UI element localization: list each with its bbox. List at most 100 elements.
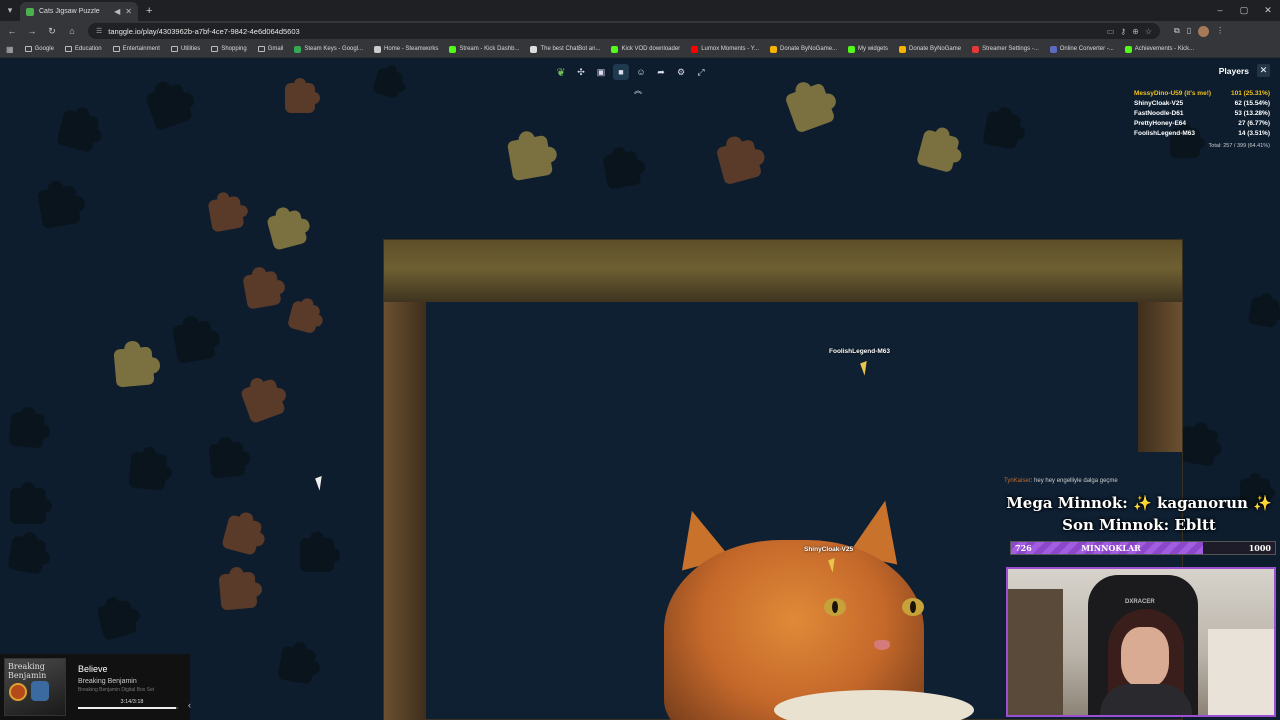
background-color-icon[interactable]: ■ [613, 64, 629, 80]
tab-search-icon[interactable]: ▾ [0, 0, 20, 21]
apps-grid-icon[interactable]: ▦ [6, 45, 14, 54]
players-icon[interactable]: ☺ [633, 64, 649, 80]
puzzle-piece[interactable] [715, 138, 763, 186]
bookmark-item[interactable]: My widgets [848, 45, 888, 53]
bookmark-item[interactable]: Streamer Settings -... [972, 45, 1039, 53]
install-app-icon[interactable]: ▭ [1107, 27, 1115, 36]
maximize-icon[interactable]: ▢ [1232, 0, 1256, 21]
puzzle-piece-icon[interactable]: ✣ [573, 64, 589, 80]
puzzle-piece[interactable] [10, 481, 53, 524]
bookmarks-bar: ▦ Google Education Entertainment Utilities S… [0, 41, 1280, 58]
site-favicon-icon [1124, 45, 1132, 53]
puzzle-piece[interactable] [207, 195, 245, 233]
puzzle-piece[interactable] [506, 134, 554, 182]
puzzle-piece[interactable] [784, 82, 836, 134]
bookmark-item[interactable]: Online Converter -... [1049, 45, 1114, 53]
puzzle-piece[interactable] [277, 645, 317, 685]
puzzle-piece[interactable] [55, 108, 101, 154]
site-favicon-icon [770, 45, 777, 53]
profile-avatar[interactable] [1198, 25, 1210, 37]
bookmark-item[interactable]: Utilities [170, 46, 200, 52]
puzzle-piece[interactable] [602, 150, 642, 190]
puzzle-piece[interactable] [128, 451, 168, 491]
fullscreen-icon[interactable]: ⤢ [693, 64, 709, 80]
settings-gear-icon[interactable]: ⚙ [673, 64, 689, 80]
bookmark-item[interactable]: Donate ByNoGame [899, 45, 961, 53]
bookmark-item[interactable]: Stream - Kick Dashb... [449, 45, 519, 53]
sidebar-icon[interactable]: ▯ [1187, 26, 1191, 37]
puzzle-piece[interactable] [7, 535, 47, 575]
share-icon[interactable]: ➦ [653, 64, 669, 80]
puzzle-piece[interactable] [242, 270, 282, 310]
bookmark-item[interactable]: Achievements - Kick... [1124, 45, 1194, 53]
player-score: 14 (3.51%) [1238, 130, 1270, 137]
tanggle-logo-icon[interactable]: ❦ [553, 64, 569, 80]
puzzle-piece[interactable] [286, 299, 322, 335]
puzzle-piece[interactable] [1247, 295, 1280, 329]
puzzle-piece[interactable] [221, 514, 263, 556]
close-window-icon[interactable]: ✕ [1256, 0, 1280, 21]
bookmark-label: Shopping [221, 46, 247, 52]
puzzle-piece[interactable] [208, 441, 246, 479]
bookmark-item[interactable]: Gmail [257, 46, 283, 52]
puzzle-piece[interactable] [239, 377, 287, 425]
browser-menu-icon[interactable]: ⋮ [1216, 26, 1224, 37]
puzzle-piece[interactable] [144, 82, 194, 132]
bookmark-item[interactable]: Google [24, 46, 54, 52]
bookmark-item[interactable]: Donate ByNoGame... [770, 45, 837, 53]
puzzle-piece[interactable] [8, 411, 46, 449]
puzzle-piece[interactable] [218, 571, 258, 611]
puzzle-piece[interactable] [96, 599, 138, 641]
site-info-icon[interactable]: ☰ [96, 27, 102, 35]
webcam-shelf [1008, 589, 1063, 715]
puzzle-piece[interactable] [982, 110, 1022, 150]
password-key-icon[interactable]: ⚷ [1120, 27, 1126, 36]
puzzle-piece[interactable] [1177, 425, 1219, 467]
screen: ▾ Cats Jigsaw Puzzle ◀ ✕ + – ▢ ✕ ← → ↻ ⌂… [0, 0, 1280, 720]
player-score: 27 (6.77%) [1238, 120, 1270, 127]
zoom-icon[interactable]: ⊕ [1132, 27, 1139, 36]
bookmark-item[interactable]: Entertainment [112, 46, 160, 52]
player-score: 62 (15.54%) [1234, 100, 1270, 107]
bookmark-item[interactable]: Lumox Moments - Y... [691, 45, 759, 53]
puzzle-piece[interactable] [171, 319, 217, 365]
address-bar[interactable]: ☰ tanggle.io/play/4303962b-a7bf-4ce7-984… [88, 23, 1160, 39]
collapse-widget-icon[interactable]: ‹ [188, 700, 191, 710]
puzzle-piece[interactable] [915, 128, 961, 174]
close-tab-icon[interactable]: ✕ [125, 7, 132, 16]
player-name: FastNoodle-D61 [1134, 110, 1184, 117]
puzzle-piece[interactable] [371, 66, 405, 100]
bookmark-item[interactable]: The best ChatBot an... [530, 45, 600, 53]
bookmark-item[interactable]: Steam Keys - Googl... [294, 45, 364, 53]
puzzle-piece[interactable] [266, 209, 308, 251]
cat-eye-left [824, 598, 846, 616]
url-text: tanggle.io/play/4303962b-a7bf-4ce7-9842-… [108, 26, 300, 36]
bookmark-item[interactable]: Shopping [211, 46, 247, 52]
forward-icon[interactable]: → [24, 26, 40, 36]
bookmark-item[interactable]: Kick VOD downloader [611, 45, 680, 53]
bookmark-star-icon[interactable]: ☆ [1145, 27, 1152, 36]
new-tab-icon[interactable]: + [146, 5, 152, 17]
back-icon[interactable]: ← [4, 26, 20, 36]
son-minnok-text: Son Minnok: Ebltt [1062, 516, 1216, 534]
puzzle-piece[interactable] [285, 77, 321, 113]
bookmark-item[interactable]: Education [64, 46, 102, 52]
puzzle-piece[interactable] [300, 531, 341, 572]
preview-image-icon[interactable]: ▣ [593, 64, 609, 80]
collapse-toolbar-icon[interactable]: ︽ [634, 85, 642, 96]
browser-tab[interactable]: Cats Jigsaw Puzzle ◀ ✕ [20, 2, 138, 21]
site-favicon-icon [691, 45, 699, 53]
home-icon[interactable]: ⌂ [64, 26, 80, 36]
site-favicon-icon [294, 45, 302, 53]
minimize-icon[interactable]: – [1208, 0, 1232, 21]
bookmark-label: Entertainment [122, 46, 160, 52]
bookmark-item[interactable]: Home - Steamworks [374, 45, 438, 53]
bookmark-label: Steam Keys - Googl... [304, 46, 364, 52]
speaker-icon[interactable]: ◀ [114, 7, 120, 16]
player-score: 101 (25.31%) [1230, 90, 1270, 97]
reload-icon[interactable]: ↻ [44, 26, 60, 37]
close-players-icon[interactable]: ✕ [1257, 64, 1270, 77]
puzzle-piece[interactable] [113, 346, 155, 388]
puzzle-piece[interactable] [36, 184, 82, 230]
extensions-icon[interactable]: ⧉ [1174, 26, 1180, 37]
